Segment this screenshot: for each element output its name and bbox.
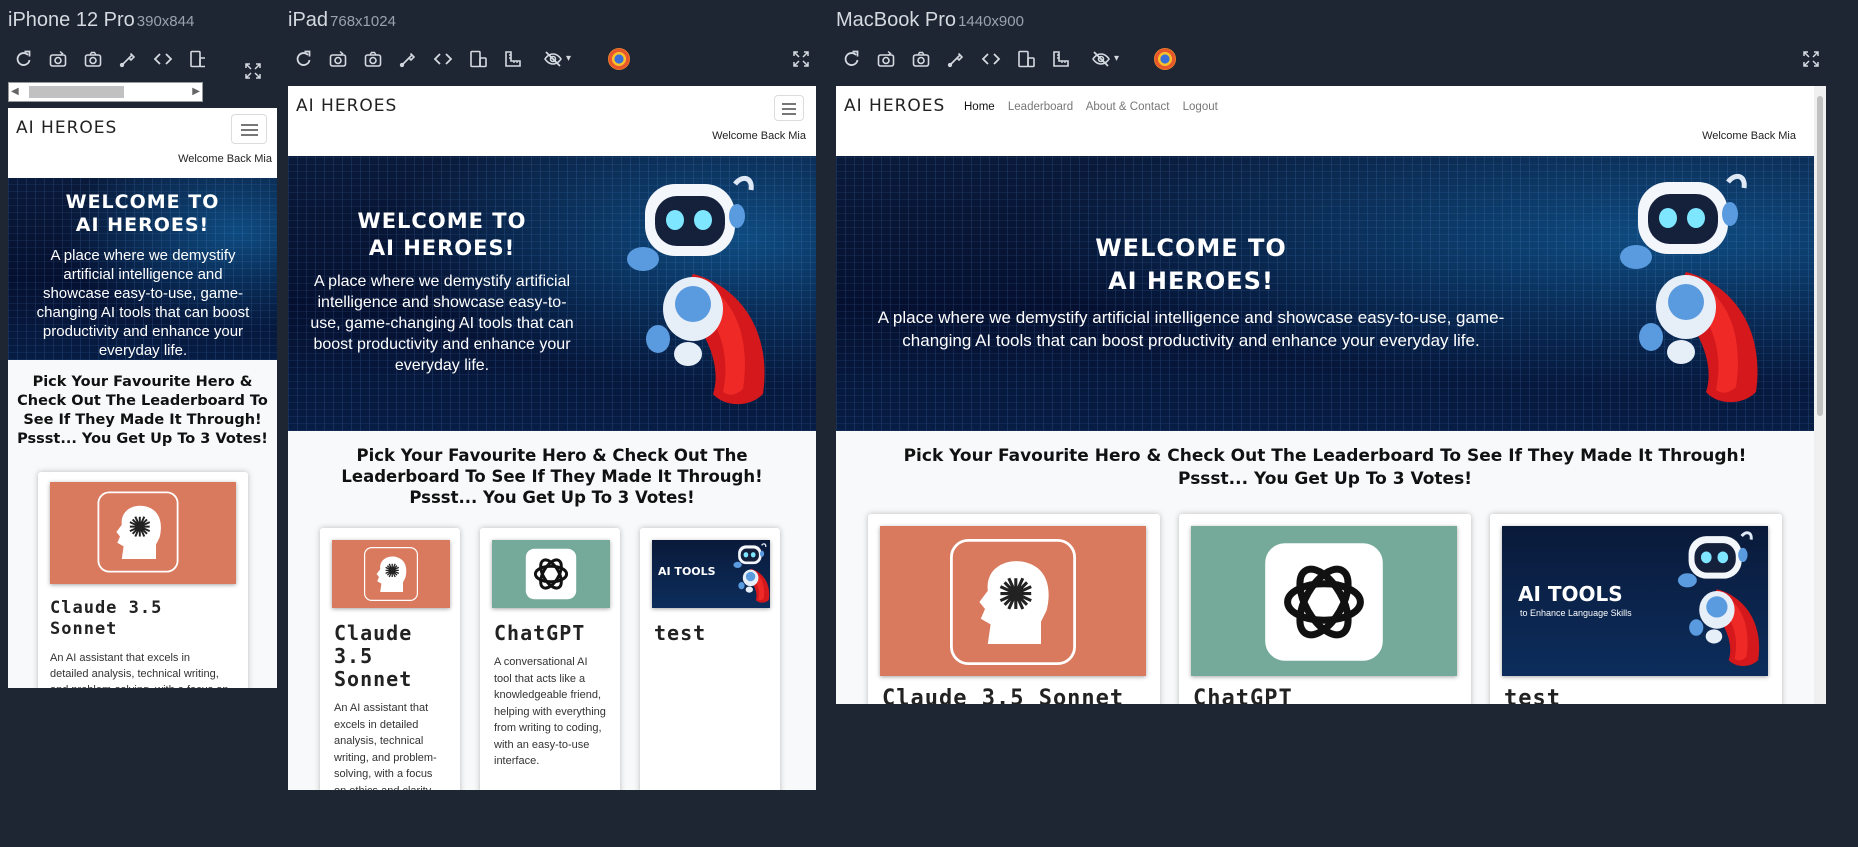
ipad-device: iPad 768x1024 ▾ AI HEROES Welcome Back Mi… [0,0,830,800]
card-title: Claude 3.5 Sonnet [882,686,1125,704]
card-title: ChatGPT [494,621,586,645]
firefox-icon[interactable] [1154,48,1176,70]
code-icon[interactable] [978,46,1004,72]
nav-about-contact[interactable]: About & Contact [1086,101,1170,113]
hero-title: WELCOME TO AI HEROES! [866,232,1516,298]
responsive-icon[interactable] [1013,46,1039,72]
navbar: AI HEROES Welcome Back Mia [288,86,816,156]
card-title: ChatGPT [1193,686,1293,704]
hero-description: A place where we demystify artificial in… [877,308,1505,350]
card-image [880,526,1146,676]
claude-logo-icon [361,544,421,604]
robot-mascot-image [583,174,783,414]
card-title: test [1504,686,1561,704]
device-toolbar: ▾ [290,46,650,76]
scroll-thumb[interactable] [1817,96,1823,416]
hero-card[interactable]: ChatGPT [1179,514,1471,704]
firefox-icon[interactable] [608,48,630,70]
refresh-icon[interactable] [290,46,316,72]
hero-title-line1: WELCOME TO [1095,234,1287,262]
robot-image [722,542,770,606]
nav-home[interactable]: Home [964,101,995,113]
claude-logo-icon [943,532,1083,672]
ruler-icon[interactable] [1048,46,1074,72]
eyedropper-icon[interactable] [943,46,969,72]
card-image: AI TOOLS [652,540,770,608]
hero-title-line2: AI HEROES! [368,236,516,260]
navbar: AI HEROES Home Leaderboard About & Conta… [836,86,1814,156]
code-icon[interactable] [430,46,456,72]
pick-heading: Pick Your Favourite Hero & Check Out The… [836,445,1814,491]
fullscreen-icon[interactable] [1798,46,1824,72]
chevron-down-icon: ▾ [566,53,572,64]
pick-line1: Pick Your Favourite Hero & Check Out The… [341,446,763,486]
device-dims: 1440x900 [958,13,1024,30]
ruler-icon[interactable] [500,46,526,72]
ai-tools-subtitle: to Enhance Language Skills [1520,608,1632,618]
card-image [492,540,610,608]
hero-title-line2: AI HEROES! [1108,267,1274,295]
site-logo[interactable]: AI HEROES [296,96,397,116]
hero-card[interactable]: Claude 3.5 Sonnet An AI assistant that e… [320,528,460,790]
device-dims: 768x1024 [330,13,396,30]
card-description: An AI assistant that excels in detailed … [334,702,437,790]
welcome-message: Welcome Back Mia [1702,130,1796,142]
device-label: iPad 768x1024 [288,9,396,32]
nav-links: Home Leaderboard About & Contact Logout [964,101,1228,113]
card-image [332,540,450,608]
nav-logout[interactable]: Logout [1183,101,1218,113]
hero-title: WELCOME TO AI HEROES! [308,208,576,262]
chatgpt-logo-icon [521,544,581,604]
robot-image [1652,530,1768,672]
robot-mascot-image [1576,172,1776,412]
card-title: test [654,621,707,645]
camera-rotate-icon[interactable] [325,46,351,72]
responsive-icon[interactable] [465,46,491,72]
refresh-icon[interactable] [838,46,864,72]
device-toolbar: ▾ [838,46,1198,76]
hero-card[interactable]: AI TOOLS to Enhance Language Skills test [1490,514,1782,704]
device-name: iPad [288,9,329,31]
hero-banner: WELCOME TO AI HEROES! A place where we de… [288,156,816,431]
hero-card[interactable]: Claude 3.5 Sonnet [868,514,1160,704]
camera-rotate-icon[interactable] [873,46,899,72]
vertical-scrollbar[interactable] [1814,86,1826,704]
ipad-viewport: AI HEROES Welcome Back Mia WELCOME TO AI … [288,86,816,790]
device-name: MacBook Pro [836,9,957,31]
eye-off-icon[interactable]: ▾ [540,46,580,72]
pick-line1: Pick Your Favourite Hero & Check Out The… [903,446,1747,466]
eyedropper-icon[interactable] [395,46,421,72]
fullscreen-icon[interactable] [788,46,814,72]
camera-icon[interactable] [908,46,934,72]
hamburger-menu-icon[interactable] [774,95,804,121]
pick-heading: Pick Your Favourite Hero & Check Out The… [298,445,806,508]
hero-title-line1: WELCOME TO [357,209,527,233]
eye-off-icon[interactable]: ▾ [1088,46,1128,72]
nav-leaderboard[interactable]: Leaderboard [1008,101,1073,113]
hero-card[interactable]: AI TOOLS test [640,528,780,790]
hero-description: A place where we demystify artificial in… [310,273,574,374]
card-title: Claude 3.5 Sonnet [334,621,413,691]
pick-line2: Pssst... You Get Up To 3 Votes! [1178,469,1472,489]
card-image [1191,526,1457,676]
card-image: AI TOOLS to Enhance Language Skills [1502,526,1768,676]
chevron-down-icon: ▾ [1114,53,1120,64]
ai-tools-label: AI TOOLS [1518,582,1623,606]
hero-banner: WELCOME TO AI HEROES! A place where we de… [836,156,1814,431]
device-label: MacBook Pro 1440x900 [836,9,1024,32]
card-description: A conversational AI tool that acts like … [494,656,606,767]
pick-line2: Pssst... You Get Up To 3 Votes! [409,488,695,507]
welcome-message: Welcome Back Mia [712,130,806,142]
hero-card[interactable]: ChatGPT A conversational AI tool that ac… [480,528,620,790]
macbook-viewport: AI HEROES Home Leaderboard About & Conta… [836,86,1826,704]
site-logo[interactable]: AI HEROES [844,96,945,116]
ai-tools-label: AI TOOLS [658,565,716,578]
chatgpt-logo-icon [1254,532,1394,672]
camera-icon[interactable] [360,46,386,72]
